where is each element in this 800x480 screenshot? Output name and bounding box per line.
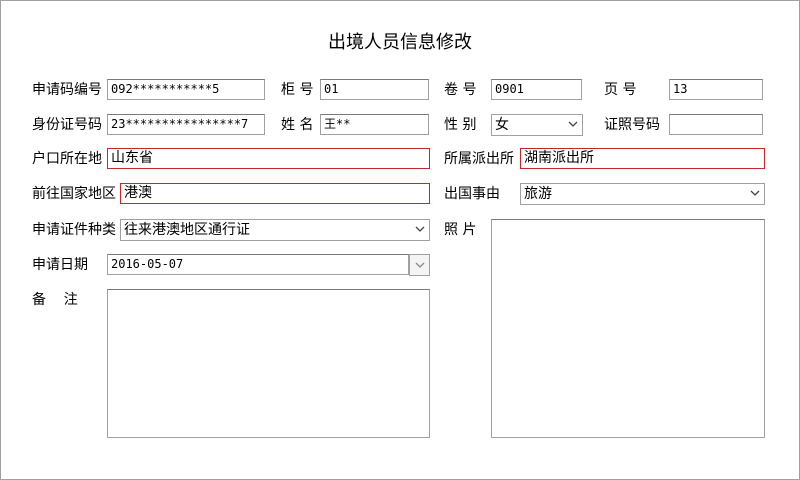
gender-label: 性 别: [444, 117, 477, 133]
gender-select-value: 女: [495, 117, 509, 133]
cert-type-select[interactable]: 往来港澳地区通行证: [120, 219, 430, 241]
photo-box[interactable]: [491, 219, 765, 438]
police-station-label: 所属派出所: [444, 151, 514, 167]
police-station-input[interactable]: 湖南派出所: [520, 148, 765, 169]
destination-label: 前往国家地区: [32, 186, 116, 202]
page-no-label: 页 号: [604, 82, 637, 98]
cert-type-select-value: 往来港澳地区通行证: [124, 222, 250, 238]
volume-no-input[interactable]: 0901: [491, 79, 582, 100]
remarks-textarea[interactable]: [107, 289, 430, 438]
chevron-down-icon[interactable]: [411, 220, 429, 240]
cabinet-no-label: 柜 号: [281, 82, 314, 98]
hukou-input[interactable]: 山东省: [107, 148, 430, 169]
apply-date-input[interactable]: 2016-05-07: [107, 254, 409, 275]
chevron-down-icon[interactable]: [746, 184, 764, 204]
chevron-down-icon: [415, 262, 425, 268]
name-label: 姓 名: [281, 117, 314, 133]
photo-label: 照 片: [444, 222, 477, 238]
remarks-label: 备 注: [32, 292, 78, 308]
date-picker-button[interactable]: [409, 254, 430, 276]
page-no-input[interactable]: 13: [669, 79, 763, 100]
destination-input[interactable]: 港澳: [120, 183, 430, 204]
form-title: 出境人员信息修改: [328, 32, 472, 53]
apply-date-label: 申请日期: [32, 257, 88, 273]
id-number-input[interactable]: 23****************7: [107, 114, 265, 135]
chevron-down-icon[interactable]: [564, 115, 582, 135]
volume-no-label: 卷 号: [444, 82, 477, 98]
cert-number-input[interactable]: [669, 114, 763, 135]
id-number-label: 身份证号码: [32, 117, 102, 133]
exit-reason-label: 出国事由: [444, 186, 500, 202]
hukou-label: 户口所在地: [32, 151, 102, 167]
application-code-input[interactable]: 092***********5: [107, 79, 265, 100]
gender-select[interactable]: 女: [491, 114, 583, 136]
cabinet-no-input[interactable]: 01: [320, 79, 429, 100]
cert-number-label: 证照号码: [604, 117, 660, 133]
name-input[interactable]: 王**: [320, 114, 429, 135]
application-code-label: 申请码编号: [32, 82, 102, 98]
exit-reason-select[interactable]: 旅游: [520, 183, 765, 205]
cert-type-label: 申请证件种类: [32, 222, 116, 238]
exit-reason-select-value: 旅游: [524, 186, 552, 202]
